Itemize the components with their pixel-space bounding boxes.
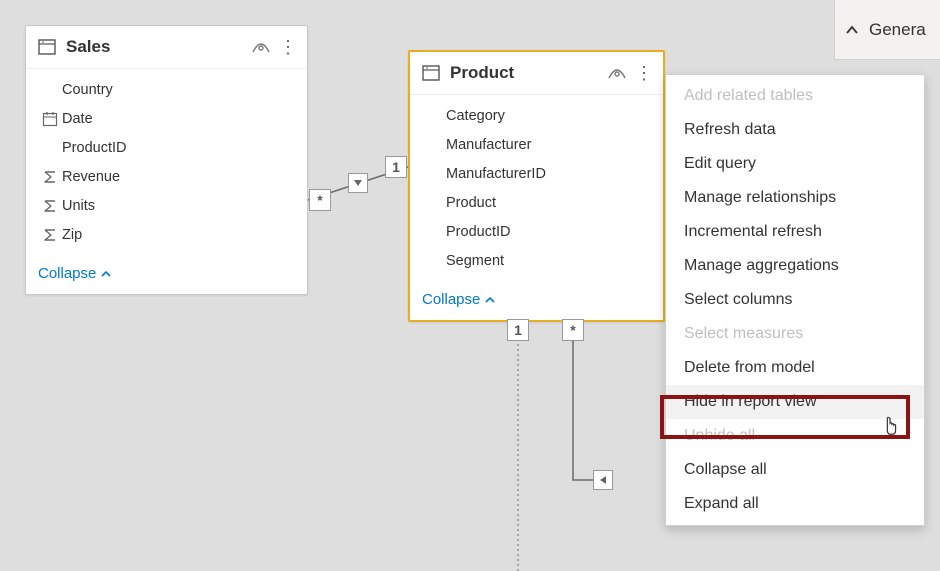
table-context-menu: Add related tables Refresh data Edit que… — [665, 74, 925, 526]
filter-direction-icon — [593, 470, 613, 490]
field-row[interactable]: Manufacturer — [410, 130, 663, 159]
field-row[interactable]: Product — [410, 188, 663, 217]
table-card-product[interactable]: Product ⋮ Category Manufacturer Manufact… — [408, 50, 665, 322]
menu-item-manage-relationships[interactable]: Manage relationships — [666, 181, 924, 215]
table-header-product[interactable]: Product ⋮ — [410, 52, 663, 95]
sigma-icon — [38, 199, 62, 213]
visibility-icon[interactable] — [251, 40, 271, 54]
table-title: Sales — [66, 37, 251, 57]
menu-item-hide-in-report-view[interactable]: Hide in report view — [666, 385, 924, 419]
field-list-product: Category Manufacturer ManufacturerID Pro… — [410, 95, 663, 281]
field-label: Segment — [446, 253, 504, 269]
field-row[interactable]: Revenue — [26, 162, 307, 191]
field-label: Country — [62, 82, 113, 98]
collapse-toggle[interactable]: Collapse — [410, 281, 663, 320]
field-row[interactable]: ProductID — [410, 217, 663, 246]
field-row[interactable]: ManufacturerID — [410, 159, 663, 188]
collapse-label: Collapse — [422, 291, 480, 308]
field-row[interactable]: Country — [26, 75, 307, 104]
chevron-up-icon — [845, 24, 859, 36]
field-row[interactable]: Units — [26, 191, 307, 220]
field-label: ProductID — [446, 224, 510, 240]
field-row[interactable]: Zip — [26, 220, 307, 249]
menu-item-select-columns[interactable]: Select columns — [666, 283, 924, 317]
more-options-icon[interactable]: ⋮ — [279, 40, 297, 54]
chevron-up-icon — [484, 295, 496, 305]
cardinality-badge-one: 1 — [385, 156, 407, 178]
field-label: Product — [446, 195, 496, 211]
menu-item-collapse-all[interactable]: Collapse all — [666, 453, 924, 487]
cardinality-badge-many: * — [562, 319, 584, 341]
field-list-sales: Country Date ProductID Revenue Units Zip — [26, 69, 307, 255]
menu-item-refresh-data[interactable]: Refresh data — [666, 113, 924, 147]
menu-item-unhide-all: Unhide all — [666, 419, 924, 453]
field-label: ProductID — [62, 140, 126, 156]
field-label: Manufacturer — [446, 137, 531, 153]
field-row[interactable]: Date — [26, 104, 307, 133]
field-label: ManufacturerID — [446, 166, 546, 182]
visibility-icon[interactable] — [607, 66, 627, 80]
field-label: Revenue — [62, 169, 120, 185]
field-row[interactable]: Category — [410, 101, 663, 130]
sigma-icon — [38, 170, 62, 184]
table-title: Product — [450, 63, 607, 83]
field-row[interactable]: Segment — [410, 246, 663, 275]
table-icon — [36, 36, 58, 58]
menu-item-add-related-tables: Add related tables — [666, 79, 924, 113]
menu-item-delete-from-model[interactable]: Delete from model — [666, 351, 924, 385]
menu-item-incremental-refresh[interactable]: Incremental refresh — [666, 215, 924, 249]
menu-item-manage-aggregations[interactable]: Manage aggregations — [666, 249, 924, 283]
chevron-up-icon — [100, 269, 112, 279]
properties-panel-header[interactable]: Genera — [834, 0, 940, 60]
menu-item-select-measures: Select measures — [666, 317, 924, 351]
more-options-icon[interactable]: ⋮ — [635, 66, 653, 80]
cardinality-badge-many: * — [309, 189, 331, 211]
collapse-label: Collapse — [38, 265, 96, 282]
table-icon — [420, 62, 442, 84]
menu-item-expand-all[interactable]: Expand all — [666, 487, 924, 521]
field-label: Zip — [62, 227, 82, 243]
calendar-icon — [38, 111, 62, 127]
cardinality-badge-one: 1 — [507, 319, 529, 341]
panel-title: Genera — [869, 20, 926, 40]
table-card-sales[interactable]: Sales ⋮ Country Date ProductID Revenue U… — [25, 25, 308, 295]
table-header-sales[interactable]: Sales ⋮ — [26, 26, 307, 69]
field-label: Units — [62, 198, 95, 214]
filter-direction-icon — [348, 173, 368, 193]
field-label: Date — [62, 111, 93, 127]
menu-item-edit-query[interactable]: Edit query — [666, 147, 924, 181]
field-row[interactable]: ProductID — [26, 133, 307, 162]
field-label: Category — [446, 108, 505, 124]
collapse-toggle[interactable]: Collapse — [26, 255, 307, 294]
sigma-icon — [38, 228, 62, 242]
